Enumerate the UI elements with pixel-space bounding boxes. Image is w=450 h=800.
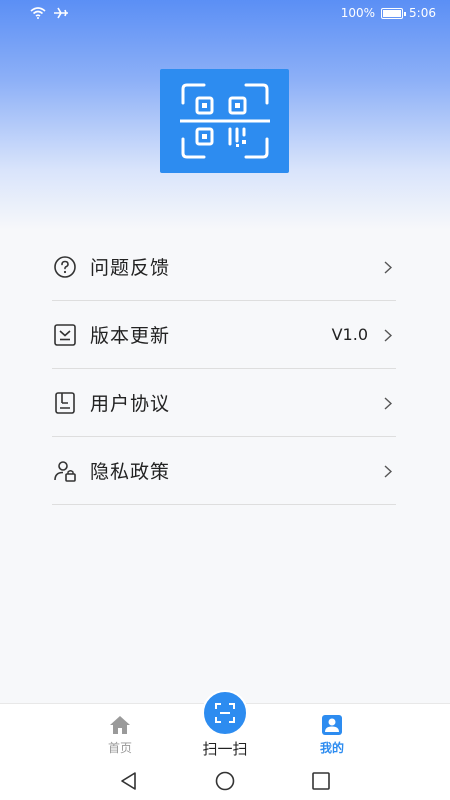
update-icon <box>52 322 78 348</box>
user-lock-icon <box>52 458 78 484</box>
home-icon <box>110 716 130 734</box>
tab-scan-label: 扫一扫 <box>202 740 248 758</box>
wifi-icon <box>30 7 46 19</box>
clock: 5:06 <box>409 6 436 20</box>
scan-button[interactable] <box>202 690 248 736</box>
chevron-right-icon <box>384 260 392 274</box>
menu-item-version-update[interactable]: 版本更新 V1.0 <box>52 301 396 369</box>
tab-home-label: 首页 <box>107 741 132 755</box>
menu-label: 问题反馈 <box>90 257 171 279</box>
chevron-right-icon <box>384 464 392 478</box>
tab-scan[interactable]: 扫一扫 <box>185 690 265 762</box>
bottom-nav: 首页 扫一扫 我的 <box>0 690 450 762</box>
recents-icon[interactable] <box>311 771 331 791</box>
chevron-right-icon <box>384 328 392 342</box>
settings-menu: 问题反馈 版本更新 V1.0 用户协议 隐私政策 <box>52 233 396 505</box>
home-circle-icon[interactable] <box>215 771 235 791</box>
app-logo <box>160 69 289 173</box>
profile-icon <box>322 715 342 735</box>
tab-mine[interactable]: 我的 <box>312 704 352 762</box>
battery-percent: 100% <box>340 6 376 20</box>
tab-mine-label: 我的 <box>319 741 344 755</box>
menu-label: 版本更新 <box>90 325 171 347</box>
system-navigation-bar <box>0 761 450 800</box>
scan-icon <box>215 703 235 723</box>
airplane-icon <box>54 7 68 19</box>
tab-home[interactable]: 首页 <box>100 704 140 762</box>
status-bar: 100% 5:06 <box>0 0 450 26</box>
menu-label: 隐私政策 <box>90 461 171 483</box>
battery-icon <box>381 7 407 19</box>
menu-item-feedback[interactable]: 问题反馈 <box>52 233 396 301</box>
qr-code-icon <box>179 83 270 159</box>
document-icon <box>52 390 78 416</box>
menu-item-user-agreement[interactable]: 用户协议 <box>52 369 396 437</box>
version-value: V1.0 <box>331 325 368 344</box>
chevron-right-icon <box>384 396 392 410</box>
menu-item-privacy-policy[interactable]: 隐私政策 <box>52 437 396 505</box>
menu-label: 用户协议 <box>90 393 171 415</box>
back-icon[interactable] <box>119 771 139 791</box>
question-circle-icon <box>52 254 78 280</box>
